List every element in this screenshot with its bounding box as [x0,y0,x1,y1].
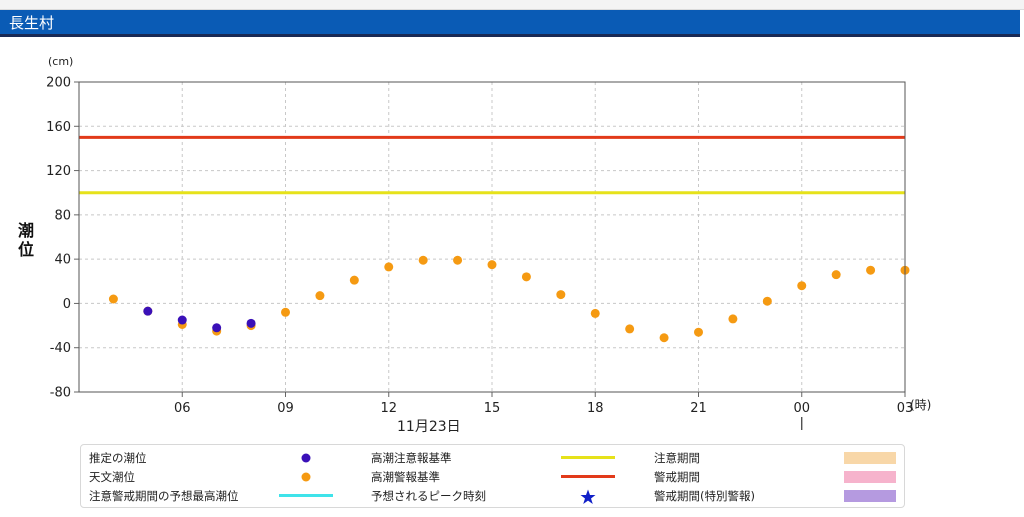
chart-labels: 20016012080400-40-8006 09 12 15 18 21 00 03(cm)… [18,55,931,435]
astronomical-tide-point [590,308,600,318]
station-name: 長生村 [9,14,55,32]
legend-dot-astronomical [301,472,311,482]
x-tick-label: 21 [690,401,707,416]
astronomical-tide-point [625,324,635,334]
astronomical-tide-point [418,255,428,265]
astronomical-tide-point [487,260,497,270]
astronomical-tide-point [108,294,118,304]
tide-chart: 20016012080400-40-8006 09 12 15 18 21 00 03(cm)… [18,55,931,435]
station-header: 長生村 [0,10,1020,37]
x-tick-label: 12 [380,401,397,416]
estimated-tide-point [246,318,256,328]
browser-top-strip [0,0,1024,10]
legend-box-warning-period [844,471,896,483]
legend-line-caution [561,456,615,459]
estimated-tide-point [177,315,187,325]
y-tick-label: 80 [54,208,71,223]
legend-label-special-period: 警戒期間(特別警報) [654,489,755,503]
y-tick-label: -80 [50,386,71,401]
legend-label-estimated: 推定の潮位 [89,451,147,465]
legend-line-forecast-max [279,494,333,497]
y-unit-label: (cm) [48,55,73,68]
legend-label-warning-line: 高潮警報基準 [371,470,440,484]
y-tick-label: 200 [46,76,71,91]
astronomical-tide-point [521,272,531,282]
legend-line-warning [561,475,615,478]
y-tick-label: 40 [54,253,71,268]
legend-label-caution-period: 注意期間 [654,451,700,465]
estimated-tide-point [143,306,153,316]
chart-legend: 推定の潮位 高潮注意報基準 注意期間 天文潮位 高潮警報基準 警戒期間 注意警戒… [80,444,905,508]
astronomical-tide-point [694,327,703,337]
data-points [108,255,910,343]
astronomical-tide-point [866,265,876,275]
legend-dot-estimated [301,453,311,463]
x-tick-label: 00 [793,401,810,416]
chart-axes [74,81,906,430]
x-tick-label: 09 [277,401,294,416]
x-tick-label: 15 [484,401,501,416]
astronomical-tide-point [453,255,463,265]
astronomical-tide-point [281,307,290,317]
legend-label-caution-line: 高潮注意報基準 [371,451,452,465]
y-tick-label: -40 [50,341,71,356]
legend-label-astronomical: 天文潮位 [89,470,135,484]
x-tick-label: 18 [587,401,604,416]
legend-star-icon [580,489,596,504]
y-tick-label: 160 [46,120,71,135]
legend-box-special-period [844,490,896,502]
astronomical-tide-point [315,291,325,301]
astronomical-tide-point [831,270,841,280]
astronomical-tide-point [384,262,394,272]
y-tick-label: 0 [63,297,71,312]
x-tick-label: 06 [174,401,191,416]
plot-frame [78,81,906,393]
legend-label-peak-time: 予想されるピーク時刻 [371,489,486,503]
astronomical-tide-point [556,290,566,300]
astronomical-tide-point [659,333,669,343]
astronomical-tide-point [728,314,738,324]
chart-grid [79,82,905,392]
x-unit-label: (時) [910,398,931,412]
legend-label-forecast-max: 注意警戒期間の予想最高潮位 [89,489,239,503]
astronomical-tide-point [762,296,772,306]
astronomical-tide-point [797,281,807,291]
estimated-tide-point [212,323,222,333]
astronomical-tide-point [349,275,359,285]
y-axis-title: 潮位 [18,221,34,259]
date-label: 11月23日 [397,419,461,435]
y-tick-label: 120 [46,164,71,179]
legend-box-caution-period [844,452,896,464]
legend-label-warning-period: 警戒期間 [654,470,700,484]
